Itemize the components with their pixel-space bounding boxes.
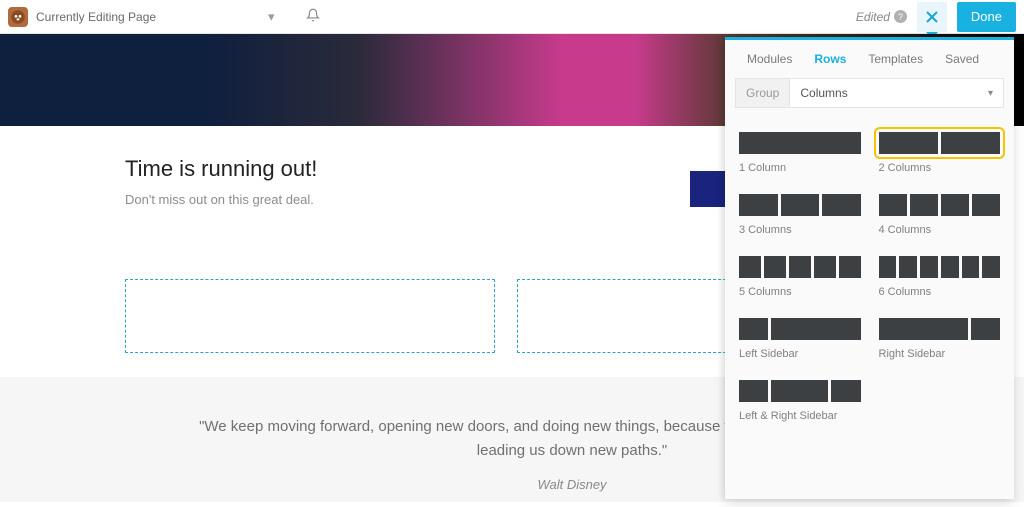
top-left: Currently Editing Page (8, 7, 156, 27)
row-label: Left & Right Sidebar (739, 410, 861, 422)
row-right-sidebar[interactable]: Right Sidebar (879, 318, 1001, 360)
row-label: 1 Column (739, 162, 861, 174)
tab-templates[interactable]: Templates (868, 52, 923, 66)
panel-filter: Group Columns ▾ (725, 78, 1014, 118)
panel-tabs: Modules Rows Templates Saved (725, 40, 1014, 78)
notifications-bell-icon[interactable] (306, 8, 320, 26)
filter-group-label: Group (735, 78, 789, 108)
column-dropzone[interactable] (125, 279, 495, 353)
row-4-columns[interactable]: 4 Columns (879, 194, 1001, 236)
top-right: Edited ? Done (856, 2, 1016, 32)
page-title: Currently Editing Page (36, 10, 156, 24)
help-icon[interactable]: ? (894, 10, 907, 23)
page-dropdown-chevron-icon[interactable]: ▾ (268, 9, 275, 25)
done-label: Done (971, 9, 1002, 24)
row-label: Left Sidebar (739, 348, 861, 360)
tab-saved[interactable]: Saved (945, 52, 979, 66)
row-3-columns[interactable]: 3 Columns (739, 194, 861, 236)
row-1-column[interactable]: 1 Column (739, 132, 861, 174)
tab-rows[interactable]: Rows (814, 52, 846, 66)
row-label: 3 Columns (739, 224, 861, 236)
row-6-columns[interactable]: 6 Columns (879, 256, 1001, 298)
filter-select[interactable]: Columns ▾ (789, 78, 1004, 108)
row-2-columns[interactable]: 2 Columns (879, 132, 1001, 174)
rows-grid: 1 Column 2 Columns 3 Columns 4 Columns 5… (725, 118, 1014, 422)
row-label: 5 Columns (739, 286, 861, 298)
row-label: 2 Columns (879, 162, 1001, 174)
filter-selected: Columns (800, 86, 847, 100)
edited-label: Edited (856, 10, 890, 24)
row-left-right-sidebar[interactable]: Left & Right Sidebar (739, 380, 861, 422)
cta-button-partial[interactable] (690, 171, 725, 207)
done-button[interactable]: Done (957, 2, 1016, 32)
chevron-down-icon: ▾ (988, 88, 993, 99)
row-label: 6 Columns (879, 286, 1001, 298)
top-bar: Currently Editing Page ▾ Edited ? Done (0, 0, 1024, 34)
close-panel-button[interactable] (917, 2, 947, 32)
row-label: 4 Columns (879, 224, 1001, 236)
row-5-columns[interactable]: 5 Columns (739, 256, 861, 298)
content-panel: Modules Rows Templates Saved Group Colum… (725, 37, 1014, 499)
row-left-sidebar[interactable]: Left Sidebar (739, 318, 861, 360)
beaver-logo-icon (8, 7, 28, 27)
tab-modules[interactable]: Modules (747, 52, 792, 66)
row-label: Right Sidebar (879, 348, 1001, 360)
edited-indicator: Edited ? (856, 10, 907, 24)
